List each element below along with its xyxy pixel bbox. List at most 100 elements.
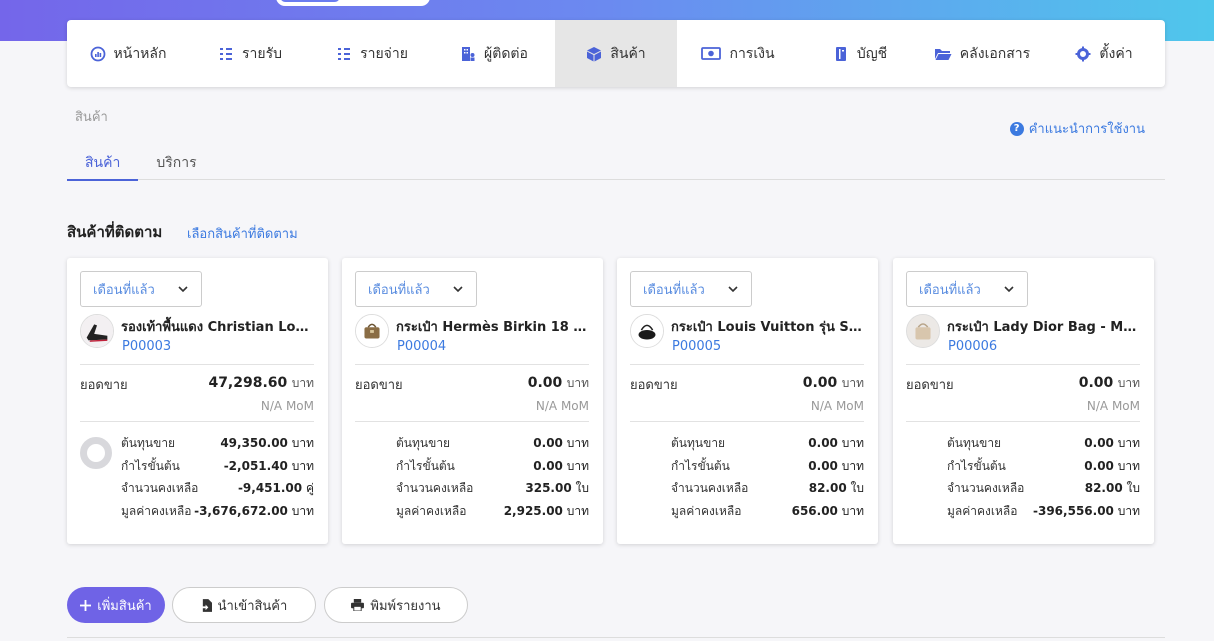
shoe-image [81,315,113,347]
bag-image [631,315,663,347]
stat-label: กำไรขั้นต้น [396,458,455,473]
print-report-button[interactable]: พิมพ์รายงาน [324,587,468,623]
product-name[interactable]: กระเป๋า Louis Vuitton รุ่น Speedy [671,316,866,337]
stats-list: ต้นทุนขาย 0.00 บาท กำไรขั้นต้น 0.00 บาท จำ… [947,432,1140,523]
nav-label: บัญชี [856,45,888,62]
stat-label: มูลค่าคงเหลือ [396,503,467,518]
nav-label: ผู้ติดต่อ [484,45,528,62]
stat-unit: บาท [291,458,314,473]
sales-label: ยอดขาย [355,378,403,393]
divider [80,421,314,422]
product-code[interactable]: P00006 [948,339,997,354]
add-product-label: เพิ่มสินค้า [97,598,152,614]
stat-unit: บาท [1117,458,1140,473]
nav-label: หน้าหลัก [113,45,167,62]
nav-products[interactable]: สินค้า [555,20,677,87]
stat-amount: -396,556.00 [1033,503,1114,518]
product-card: เดือนที่แล้ว กระเป๋า Lady Dior Bag - Med… [893,258,1154,544]
stat-value: 82.00 ใบ [809,479,864,498]
stat-label: จำนวนคงเหลือ [947,481,1025,496]
period-select[interactable]: เดือนที่แล้ว [906,271,1028,307]
period-select-value: เดือนที่แล้ว [643,282,705,298]
stat-value: -3,676,672.00 บาท [194,502,314,521]
sales-amount: 0.00 [527,375,563,391]
stat-unit: บาท [566,435,589,450]
header-switch-knob [280,0,340,2]
choose-tracked-link[interactable]: เลือกสินค้าที่ติดตาม [187,223,298,244]
product-code[interactable]: P00005 [672,339,721,354]
stat-unit: ใบ [1126,481,1140,496]
breadcrumb: สินค้า [75,110,108,125]
stat-amount: 0.00 [533,435,563,450]
period-select[interactable]: เดือนที่แล้ว [630,271,752,307]
chevron-down-icon [1004,286,1014,293]
nav-label: รายจ่าย [360,45,408,62]
nav-accounting[interactable]: บัญชี [799,20,921,87]
mom-indicator: N/A MoM [260,399,314,413]
stat-unit: บาท [841,435,864,450]
bag-image [356,315,388,347]
stat-amount: 0.00 [808,435,838,450]
period-select[interactable]: เดือนที่แล้ว [80,271,202,307]
divider [630,421,864,422]
product-name[interactable]: กระเป๋า Lady Dior Bag - Medium [947,316,1142,337]
nav-income[interactable]: รายรับ [189,20,311,87]
stat-amount: 0.00 [808,458,838,473]
nav-settings[interactable]: ตั้งค่า [1043,20,1165,87]
stat-amount: 0.00 [1084,435,1114,450]
tab-products[interactable]: สินค้า [67,142,139,181]
product-name[interactable]: กระเป๋า Hermès Birkin 18 Etoupe [396,316,591,337]
tab-services[interactable]: บริการ [138,142,214,179]
sales-value: 0.00 บาท [803,374,864,393]
stat-amount: -9,451.00 [237,481,303,496]
add-product-button[interactable]: เพิ่มสินค้า [67,587,165,623]
bag-image [907,315,939,347]
stat-unit: บาท [566,503,589,518]
mom-indicator: N/A MoM [810,399,864,413]
stat-row: มูลค่าคงเหลือ -396,556.00 บาท [947,500,1140,523]
stat-label: จำนวนคงเหลือ [671,481,749,496]
product-name[interactable]: รองเท้าพื้นแดง Christian Louboutin [121,316,316,337]
gear-icon [1075,46,1091,61]
stat-row: จำนวนคงเหลือ 325.00 ใบ [396,477,589,500]
product-card: เดือนที่แล้ว กระเป๋า Louis Vuitton รุ่น … [617,258,878,544]
period-select[interactable]: เดือนที่แล้ว [355,271,477,307]
stat-amount: 325.00 [525,481,572,496]
stat-value: -396,556.00 บาท [1033,502,1140,521]
stat-value: -9,451.00 คู่ [238,479,314,498]
stat-row: จำนวนคงเหลือ 82.00 ใบ [671,477,864,500]
sales-value: 0.00 บาท [528,374,589,393]
stat-amount: -3,676,672.00 [194,503,288,518]
stat-label: กำไรขั้นต้น [947,458,1006,473]
product-card: เดือนที่แล้ว กระเป๋า Hermès Birkin 18 Et… [342,258,603,544]
stat-row: กำไรขั้นต้น -2,051.40 บาท [121,455,314,478]
nav-label: สินค้า [610,45,646,62]
stat-row: กำไรขั้นต้น 0.00 บาท [396,455,589,478]
product-code[interactable]: P00004 [397,339,446,354]
product-code[interactable]: P00003 [122,339,171,354]
main-nav: หน้าหลัก รายรับ รายจ่าย ผู้ติดต่อ สินค้า… [67,20,1165,87]
box-icon [587,46,602,61]
period-select-value: เดือนที่แล้ว [93,282,155,298]
stat-row: จำนวนคงเหลือ -9,451.00 คู่ [121,477,314,500]
header-switch[interactable] [276,0,430,6]
nav-documents[interactable]: คลังเอกสาร [921,20,1043,87]
nav-finance[interactable]: การเงิน [677,20,799,87]
help-link[interactable]: ? คำแนะนำการใช้งาน [1009,118,1145,139]
sales-unit: บาท [291,376,314,390]
stat-label: มูลค่าคงเหลือ [947,503,1018,518]
divider [906,364,1140,365]
sales-value: 47,298.60 บาท [208,374,314,393]
sales-value: 0.00 บาท [1079,374,1140,393]
nav-contacts[interactable]: ผู้ติดต่อ [433,20,555,87]
stat-value: 2,925.00 บาท [504,502,589,521]
nav-dashboard[interactable]: หน้าหลัก [67,20,189,87]
stats-list: ต้นทุนขาย 0.00 บาท กำไรขั้นต้น 0.00 บาท จำ… [396,432,589,523]
import-product-button[interactable]: นำเข้าสินค้า [172,587,316,623]
sales-label: ยอดขาย [80,378,128,393]
print-icon [351,599,365,611]
contacts-icon [462,46,475,61]
nav-expense[interactable]: รายจ่าย [311,20,433,87]
period-select-value: เดือนที่แล้ว [368,282,430,298]
product-thumbnail [630,314,664,348]
